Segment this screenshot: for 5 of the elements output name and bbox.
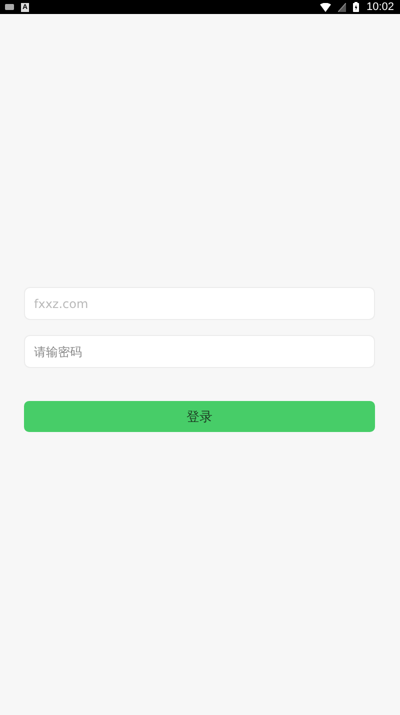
login-button[interactable]: 登录	[24, 401, 375, 432]
password-field[interactable]: 请输密码	[24, 335, 375, 368]
clock-time: 10:02	[366, 0, 394, 14]
username-field[interactable]: fxxz.com	[24, 287, 375, 320]
wifi-icon	[320, 2, 332, 12]
